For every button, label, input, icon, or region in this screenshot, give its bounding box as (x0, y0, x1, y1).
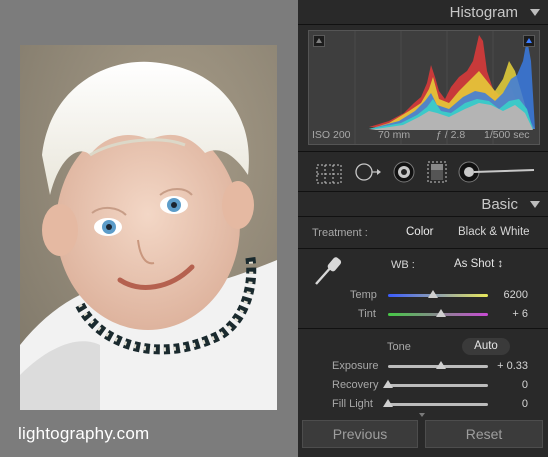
aperture-readout: ƒ / 2.8 (436, 129, 466, 141)
highlight-clipping-icon[interactable] (523, 35, 535, 47)
previous-button[interactable]: Previous (302, 420, 418, 448)
treatment-bw-button[interactable]: Black & White (458, 226, 530, 238)
recovery-slider-thumb[interactable] (383, 380, 393, 388)
tint-value[interactable]: + 6 (494, 308, 528, 320)
histogram (308, 30, 540, 145)
histogram-title: Histogram (449, 4, 518, 21)
red-eye-icon[interactable] (392, 161, 416, 183)
wb-label: WB : (391, 259, 415, 271)
adjustment-brush-icon[interactable] (458, 161, 536, 183)
divider (298, 24, 548, 25)
portrait-photo (20, 45, 277, 410)
develop-panel: Histogram ISO 200 70 mm ƒ / 2.8 1/500 se… (298, 0, 548, 457)
collapse-triangle-icon[interactable] (530, 201, 540, 208)
exposure-value[interactable]: + 0.33 (488, 360, 528, 372)
fill-light-slider-track[interactable] (388, 403, 488, 406)
fill-light-slider-thumb[interactable] (383, 399, 393, 407)
photo-viewer: lightography.com (0, 0, 298, 457)
spot-removal-icon[interactable] (354, 161, 382, 183)
basic-title: Basic (481, 196, 518, 213)
treatment-label: Treatment : (312, 227, 368, 239)
temp-label: Temp (350, 289, 377, 301)
histogram-header[interactable]: Histogram (298, 0, 548, 24)
reset-button[interactable]: Reset (425, 420, 543, 448)
divider (298, 328, 548, 329)
recovery-value[interactable]: 0 (494, 379, 528, 391)
temp-slider-thumb[interactable] (428, 290, 438, 298)
iso-readout: ISO 200 (312, 129, 351, 141)
temp-slider-track[interactable] (388, 294, 488, 297)
tint-slider-thumb[interactable] (436, 309, 446, 317)
tool-strip (308, 157, 540, 189)
collapse-triangle-icon[interactable] (530, 9, 540, 16)
tone-label: Tone (387, 341, 411, 353)
fill-light-label: Fill Light (332, 398, 373, 410)
exposure-slider-thumb[interactable] (436, 361, 446, 369)
focal-length-readout: 70 mm (378, 129, 411, 141)
histogram-graph (354, 31, 535, 144)
panel-scroll-arrow-icon[interactable] (419, 413, 425, 417)
shadow-clipping-icon[interactable] (313, 35, 325, 47)
recovery-slider-track[interactable] (388, 384, 488, 387)
fill-light-value[interactable]: 0 (494, 398, 528, 410)
watermark-text: lightography.com (18, 424, 150, 443)
portrait-illustration (20, 45, 277, 410)
eyedropper-icon[interactable] (312, 254, 344, 288)
tint-label: Tint (358, 308, 376, 320)
temp-value[interactable]: 6200 (494, 289, 528, 301)
crop-overlay-icon[interactable] (316, 163, 342, 185)
treatment-color-button[interactable]: Color (406, 226, 433, 238)
auto-tone-button[interactable]: Auto (462, 338, 510, 355)
divider (298, 216, 548, 217)
recovery-label: Recovery (332, 379, 379, 391)
graduated-filter-icon[interactable] (426, 161, 448, 183)
basic-header[interactable]: Basic (298, 192, 548, 216)
divider (298, 248, 548, 249)
wb-dropdown[interactable]: As Shot ↕ (454, 258, 503, 270)
shutter-readout: 1/500 sec (484, 129, 530, 141)
divider (298, 151, 548, 152)
exposure-label: Exposure (332, 360, 379, 372)
